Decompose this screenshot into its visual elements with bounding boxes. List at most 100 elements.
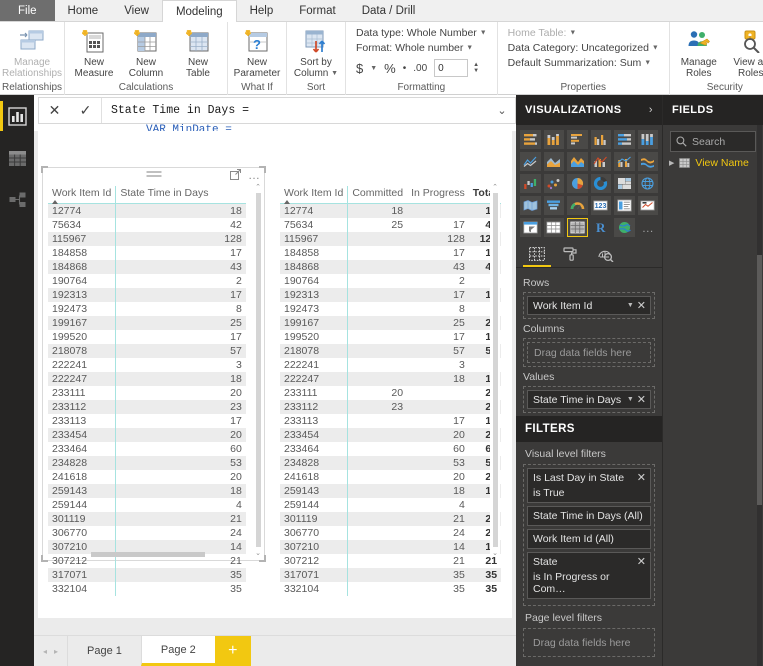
- filter-card-state[interactable]: State is In Progress or Com… ✕: [527, 552, 651, 599]
- table-row[interactable]: 307212 21 21: [280, 554, 501, 568]
- table-row[interactable]: 241618 20: [48, 470, 246, 484]
- page-level-filters-placeholder[interactable]: Drag data fields here: [527, 632, 651, 653]
- table-row[interactable]: 199167 25: [48, 316, 246, 330]
- table-row[interactable]: 2331112020: [280, 386, 501, 400]
- table-row[interactable]: 127741818: [280, 203, 502, 218]
- page-level-filters-list[interactable]: Drag data fields here: [523, 628, 655, 657]
- thousands-separator-button[interactable]: •: [403, 63, 407, 74]
- stacked-bar-chart-icon[interactable]: [520, 130, 541, 149]
- format-dropdown[interactable]: Format: Whole number ▼: [356, 42, 487, 54]
- view-as-roles-button[interactable]: View asRoles: [726, 24, 763, 79]
- matrix-icon[interactable]: [567, 218, 588, 237]
- fields-pane-scrollbar[interactable]: [757, 125, 762, 666]
- table-row[interactable]: 2334646060: [280, 442, 501, 456]
- slicer-icon[interactable]: [520, 218, 541, 237]
- table-row[interactable]: 301119 21: [48, 512, 246, 526]
- table-row[interactable]: 22224133: [280, 358, 501, 372]
- kpi-icon[interactable]: [637, 196, 658, 215]
- stacked-area-chart-icon[interactable]: [567, 152, 588, 171]
- data-type-dropdown[interactable]: Data type: Whole Number ▼: [356, 27, 487, 39]
- sidebar-item-data-view[interactable]: [0, 137, 34, 179]
- table-row[interactable]: 3067702424: [280, 526, 501, 540]
- remove-field-icon[interactable]: ✕: [637, 299, 646, 312]
- table-row[interactable]: 115967 128 128: [280, 232, 502, 246]
- 100-percent-stacked-bar-chart-icon[interactable]: [614, 130, 635, 149]
- treemap-icon[interactable]: [614, 174, 635, 193]
- line-stacked-column-chart-icon[interactable]: [590, 152, 611, 171]
- table-row[interactable]: 233454 20: [48, 428, 246, 442]
- line-clustered-column-chart-icon[interactable]: [614, 152, 635, 171]
- chevron-down-icon[interactable]: ▼: [627, 396, 634, 403]
- table-visual-drag-handle[interactable]: [146, 171, 161, 178]
- formula-accept-button[interactable]: ✓: [70, 98, 101, 123]
- scroll-thumb[interactable]: [255, 193, 261, 547]
- table-row[interactable]: 233111 20: [48, 386, 246, 400]
- table-row[interactable]: 332104 35: [48, 582, 246, 596]
- table-row[interactable]: 1995201717: [280, 330, 501, 344]
- well-values[interactable]: State Time in Days ▼ ✕: [523, 386, 655, 413]
- decimal-places-input[interactable]: 0: [434, 59, 469, 77]
- table-row[interactable]: 25914444: [280, 498, 501, 512]
- ribbon-tab-help[interactable]: Help: [237, 0, 287, 21]
- table-row[interactable]: 259144 4: [48, 498, 246, 512]
- filter-card-is-last-day-in-state[interactable]: Is Last Day in State is True ✕: [527, 468, 651, 503]
- well-columns[interactable]: Drag data fields here: [523, 338, 655, 367]
- table-row[interactable]: 19247388: [280, 302, 501, 316]
- currency-format-button[interactable]: $: [356, 61, 363, 76]
- table-col-work-item-id[interactable]: Work Item Id: [48, 186, 116, 204]
- table-visual-horizontal-scrollbar[interactable]: [45, 552, 251, 560]
- ribbon-tab-file[interactable]: File: [0, 0, 55, 21]
- table-row[interactable]: 184868 43: [48, 260, 246, 274]
- new-table-button[interactable]: New Table: [173, 24, 223, 79]
- table-row[interactable]: 3072101414: [280, 540, 502, 554]
- manage-roles-button[interactable]: Manage Roles: [674, 24, 724, 79]
- scroll-thumb-horizontal[interactable]: [91, 552, 205, 557]
- table-row[interactable]: 19076422: [280, 274, 501, 288]
- data-category-dropdown[interactable]: Data Category: Uncategorized ▼: [508, 42, 659, 54]
- table-row[interactable]: 222241 3: [48, 358, 246, 372]
- table-row[interactable]: 2416182020: [280, 470, 501, 484]
- table-row[interactable]: 2331122323: [280, 400, 502, 414]
- clustered-bar-chart-icon[interactable]: [567, 130, 588, 149]
- area-chart-icon[interactable]: [543, 152, 564, 171]
- card-icon[interactable]: 123: [590, 196, 611, 215]
- formula-cancel-button[interactable]: ✕: [39, 98, 70, 123]
- new-parameter-button[interactable]: ? New Parameter: [232, 24, 282, 79]
- table-row[interactable]: 259143 18: [48, 484, 246, 498]
- table-col-state-time-in-days[interactable]: State Time in Days: [115, 186, 246, 204]
- filter-card-work-item-id[interactable]: Work Item Id (All): [527, 529, 651, 549]
- table-row[interactable]: 12774 18: [48, 203, 246, 218]
- table-row[interactable]: 3011192121: [280, 512, 502, 526]
- sidebar-item-model-view[interactable]: [0, 179, 34, 221]
- table-row[interactable]: 1923131717: [280, 288, 502, 302]
- ribbon-tab-modeling[interactable]: Modeling: [161, 0, 237, 22]
- arcgis-maps-icon[interactable]: [614, 218, 635, 237]
- funnel-chart-icon[interactable]: [543, 196, 564, 215]
- remove-field-icon[interactable]: ✕: [637, 393, 646, 406]
- table-row[interactable]: 1848581717: [280, 246, 501, 260]
- line-chart-icon[interactable]: [520, 152, 541, 171]
- scroll-down-icon[interactable]: ⌄: [255, 549, 261, 557]
- waterfall-chart-icon[interactable]: [520, 174, 541, 193]
- multi-row-card-icon[interactable]: [614, 196, 635, 215]
- stacked-column-chart-icon[interactable]: [543, 130, 564, 149]
- ribbon-tab-view[interactable]: View: [111, 0, 162, 21]
- format-pane-tab[interactable]: [554, 241, 588, 267]
- ribbon-chart-icon[interactable]: [637, 152, 658, 171]
- field-table-view-name[interactable]: ▶ View Name: [663, 152, 763, 169]
- sort-by-column-button[interactable]: Sort by Column ▼: [291, 24, 341, 79]
- page-next-icon[interactable]: ▸: [54, 647, 58, 656]
- r-script-visual-icon[interactable]: R: [591, 218, 612, 237]
- decimal-places-button[interactable]: .00: [413, 63, 427, 74]
- table-row[interactable]: 233112 23: [48, 400, 246, 414]
- table-visual-vertical-scrollbar[interactable]: ⌃ ⌄: [253, 183, 263, 557]
- table-row[interactable]: 190764 2: [48, 274, 246, 288]
- default-summarization-dropdown[interactable]: Default Summarization: Sum ▼: [508, 57, 659, 69]
- well-chip-work-item-id[interactable]: Work Item Id ▼ ✕: [527, 296, 651, 315]
- table-row[interactable]: 2180785757: [280, 344, 502, 358]
- table-row[interactable]: 233464 60: [48, 442, 246, 456]
- resize-handle-top-left[interactable]: [41, 166, 48, 173]
- remove-filter-icon[interactable]: ✕: [637, 471, 646, 484]
- map-icon[interactable]: [637, 174, 658, 193]
- table-row[interactable]: 317071 35 35: [280, 568, 502, 582]
